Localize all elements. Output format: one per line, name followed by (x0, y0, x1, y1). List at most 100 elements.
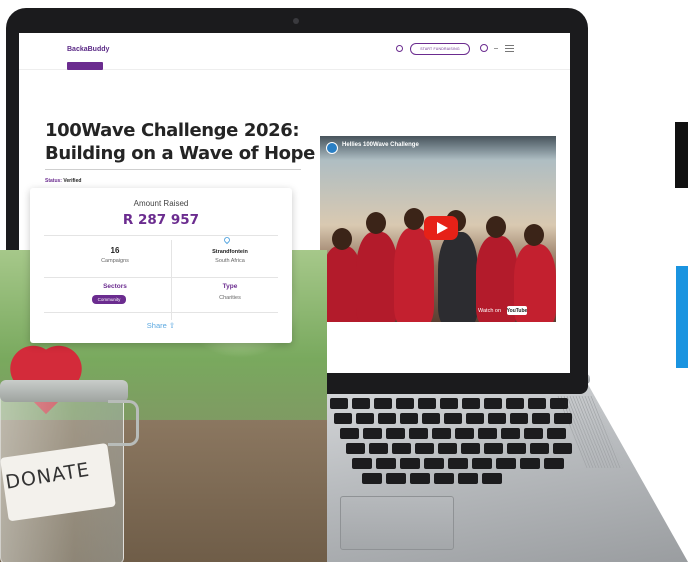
page-title: 100Wave Challenge 2026: Building on a Wa… (45, 120, 315, 164)
menu-icon[interactable] (505, 45, 514, 52)
share-button[interactable]: Share ⇧ (30, 321, 292, 330)
site-logo[interactable]: BackaBuddy (67, 46, 109, 53)
keyboard-key (400, 458, 420, 469)
type-value: Charities (219, 295, 241, 301)
start-fundraising-button[interactable]: START FUNDRAISING (410, 43, 470, 55)
youtube-logo[interactable]: YouTube (507, 306, 527, 315)
keyboard-key (488, 413, 506, 424)
keyboard-key (484, 398, 502, 409)
keyboard-key (392, 443, 411, 454)
video-title[interactable]: Hellies 100Wave Challenge (342, 142, 419, 148)
keyboard-key (506, 398, 524, 409)
keyboard-key (550, 398, 568, 409)
keyboard-key (386, 473, 406, 484)
keyboard-key (544, 458, 564, 469)
person (394, 228, 434, 322)
status-label: Status: (45, 178, 62, 184)
keyboard-key (369, 443, 388, 454)
keyboard-key (461, 443, 480, 454)
keyboard-key (418, 398, 436, 409)
keyboard-key (455, 428, 474, 439)
campaign-summary-card: Amount Raised R 287 957 16 Campaigns Str… (30, 188, 292, 343)
keyboard-key (482, 473, 502, 484)
sectors-label: Sectors (103, 283, 127, 290)
keyboard-key (352, 398, 370, 409)
video-title-bar (320, 136, 556, 160)
keyboard-key (434, 473, 454, 484)
play-icon (437, 222, 448, 234)
amount-raised-value: R 287 957 (122, 212, 200, 228)
person-head (332, 228, 352, 250)
type-label: Type (222, 283, 238, 290)
keyboard-key (532, 413, 550, 424)
keyboard-key (510, 413, 528, 424)
keyboard-key (409, 428, 428, 439)
divider (171, 240, 172, 320)
jar-lid (0, 380, 128, 402)
keyboard-key (424, 458, 444, 469)
keyboard-key (376, 458, 396, 469)
keyboard-key (352, 458, 372, 469)
keyboard-key (520, 458, 540, 469)
share-label: Share (146, 321, 167, 330)
person-head (524, 224, 544, 246)
keyboard-key (374, 398, 392, 409)
keyboard-key (484, 443, 503, 454)
keyboard-key (444, 413, 462, 424)
campaigns-label: Campaigns (101, 258, 129, 264)
person-head (486, 216, 506, 238)
keyboard-key (496, 458, 516, 469)
keyboard-key (458, 473, 478, 484)
divider (44, 235, 278, 236)
status-line: Status: Verified (45, 178, 81, 184)
keyboard-key (330, 398, 348, 409)
location-country: South Africa (215, 258, 245, 264)
keyboard-key (386, 428, 405, 439)
sector-tag-community[interactable]: Community (92, 295, 126, 304)
separator (494, 48, 498, 49)
globe-icon[interactable] (480, 44, 488, 52)
keyboard-key (346, 443, 365, 454)
keyboard-key (438, 443, 457, 454)
keyboard-key (501, 428, 520, 439)
video-player[interactable]: Hellies 100Wave Challenge Watch on YouTu… (320, 136, 556, 322)
title-divider (45, 169, 301, 170)
amount-raised-label: Amount Raised (133, 199, 189, 208)
keyboard-key (396, 398, 414, 409)
keyboard-key (362, 473, 382, 484)
logo-badge (67, 62, 103, 70)
keyboard-key (422, 413, 440, 424)
laptop-keyboard (322, 394, 580, 490)
keyboard-key (356, 413, 374, 424)
channel-avatar[interactable] (326, 142, 338, 154)
jar-clasp (108, 400, 139, 446)
keyboard-key (530, 443, 549, 454)
keyboard-key (547, 428, 566, 439)
keyboard-key (554, 413, 572, 424)
keyboard-key (400, 413, 418, 424)
search-icon[interactable] (396, 45, 403, 52)
keyboard-key (448, 458, 468, 469)
webcam-icon (293, 18, 299, 24)
keyboard-key (378, 413, 396, 424)
keyboard-key (440, 398, 458, 409)
keyboard-key (478, 428, 497, 439)
watch-on-label[interactable]: Watch on (478, 308, 501, 314)
status-value: Verified (63, 178, 82, 184)
person (438, 232, 478, 322)
blue-side-block (676, 266, 688, 368)
divider (44, 312, 278, 313)
trackpad (340, 496, 454, 550)
keyboard-key (507, 443, 526, 454)
keyboard-key (340, 428, 359, 439)
keyboard-key (528, 398, 546, 409)
keyboard-key (472, 458, 492, 469)
keyboard-key (334, 413, 352, 424)
campaigns-count: 16 (110, 246, 120, 255)
share-icon: ⇧ (168, 321, 176, 330)
keyboard-key (363, 428, 382, 439)
person-head (404, 208, 424, 230)
keyboard-key (524, 428, 543, 439)
person-head (366, 212, 386, 234)
divider (44, 277, 278, 278)
